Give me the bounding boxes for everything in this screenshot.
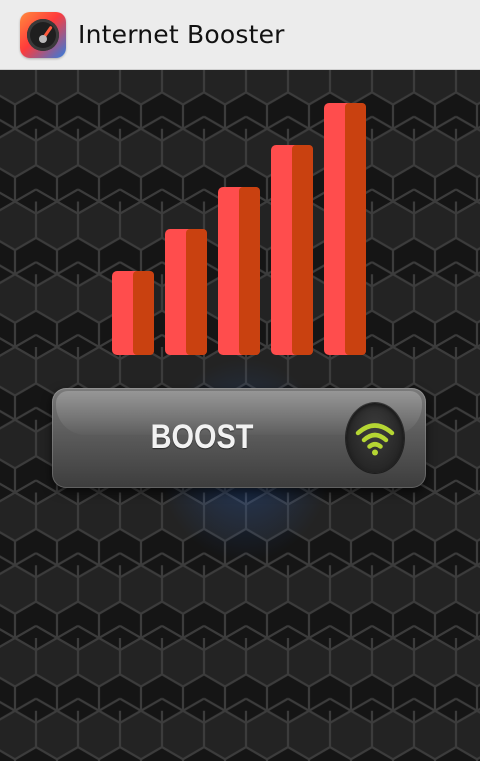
signal-bar [112,271,154,355]
main-stage: BOOST [0,70,480,761]
boost-button-label: BOOST [150,418,254,456]
signal-bar [218,187,260,355]
signal-bar [324,103,366,355]
boost-button[interactable]: BOOST [52,388,426,488]
app-title: Internet Booster [78,20,285,49]
signal-bar [165,229,207,355]
signal-bar [271,145,313,355]
signal-strength-bars-icon [112,103,366,355]
app-bar: Internet Booster [0,0,480,70]
wifi-icon [346,403,404,473]
speedometer-icon [20,11,66,58]
